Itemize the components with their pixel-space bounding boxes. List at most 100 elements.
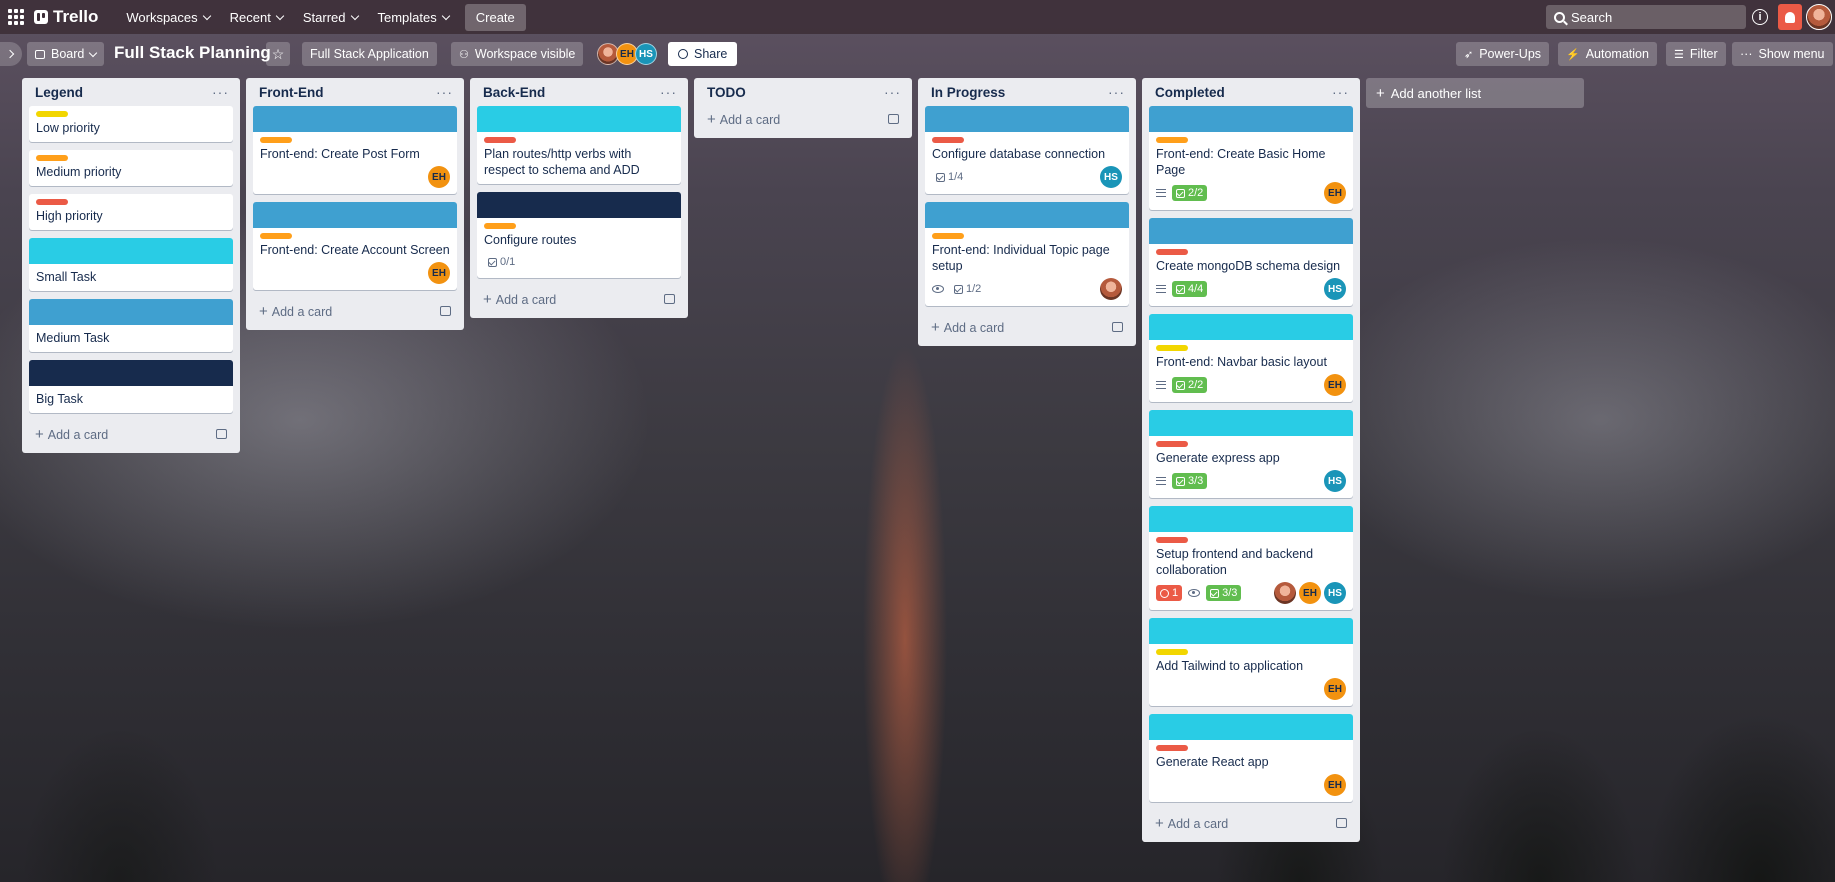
card-template-icon[interactable] (1336, 818, 1347, 828)
member-avatar-eh[interactable]: EH (1324, 678, 1346, 700)
list-menu-icon[interactable]: ··· (1332, 84, 1349, 100)
add-list-button[interactable]: + Add another list (1366, 78, 1584, 108)
info-icon[interactable]: i (1752, 9, 1768, 25)
workspaces-menu[interactable]: Workspaces (116, 4, 219, 31)
card-template-icon[interactable] (216, 429, 227, 439)
recent-label: Recent (229, 9, 271, 25)
member-avatar-hs[interactable]: HS (1324, 470, 1346, 492)
account-avatar[interactable] (1806, 4, 1832, 30)
card-template-icon[interactable] (440, 306, 451, 316)
power-ups-button[interactable]: ➶ Power-Ups (1456, 42, 1550, 66)
clock-icon (1160, 588, 1169, 598)
card[interactable]: Front-end: Individual Topic page setup 1… (925, 202, 1129, 306)
list-header: Back-End ··· (477, 78, 681, 106)
card[interactable]: Generate React app EH (1149, 714, 1353, 802)
member-avatar-hs[interactable]: HS (1324, 278, 1346, 300)
board-view-switcher[interactable]: Board (27, 42, 105, 66)
member-avatar-eh[interactable]: EH (1324, 182, 1346, 204)
share-button[interactable]: Share (668, 42, 738, 66)
show-menu-button[interactable]: ··· Show menu (1732, 42, 1833, 66)
checklist-badge: 1/4 (932, 169, 967, 185)
card[interactable]: Setup frontend and backend collaboration… (1149, 506, 1353, 610)
card-title: Plan routes/http verbs with respect to s… (484, 147, 640, 177)
label-red (932, 137, 964, 143)
member-avatar-hs[interactable]: HS (635, 43, 657, 65)
list-title[interactable]: Back-End (483, 85, 545, 100)
card[interactable]: Medium Task (29, 299, 233, 352)
automation-button[interactable]: ⚡ Automation (1558, 42, 1657, 66)
description-icon (1156, 477, 1166, 485)
card-cover (1149, 218, 1353, 244)
member-avatar-hs[interactable]: HS (1324, 582, 1346, 604)
member-avatar-eh[interactable]: EH (1299, 582, 1321, 604)
card-title: Front-end: Create Basic Home Page (1156, 147, 1326, 177)
board-title[interactable]: Full Stack Planning (114, 43, 271, 63)
card[interactable]: Small Task (29, 238, 233, 291)
app-switcher-icon[interactable] (8, 9, 24, 25)
add-card-button[interactable]: + Add a card (925, 314, 1129, 340)
card[interactable]: Configure routes 0/1 (477, 192, 681, 278)
member-avatar-eh[interactable]: EH (1324, 774, 1346, 796)
member-avatar-eh[interactable]: EH (428, 166, 450, 188)
people-icon: ⚇ (459, 48, 469, 61)
card[interactable]: Front-end: Create Account Screen EH (253, 202, 457, 290)
card[interactable]: Front-end: Navbar basic layout 2/2 EH (1149, 314, 1353, 402)
member-avatar-hs[interactable]: HS (1100, 166, 1122, 188)
add-card-button[interactable]: + Add a card (1149, 810, 1353, 836)
list-title[interactable]: Completed (1155, 85, 1225, 100)
watching-eye-icon (932, 285, 944, 293)
list-title[interactable]: TODO (707, 85, 746, 100)
card[interactable]: Front-end: Create Post Form EH (253, 106, 457, 194)
member-avatar-photo[interactable] (1274, 582, 1296, 604)
card[interactable]: Big Task (29, 360, 233, 413)
card[interactable]: High priority (29, 194, 233, 230)
search-placeholder: Search (1571, 9, 1613, 25)
recent-menu[interactable]: Recent (220, 4, 293, 31)
card[interactable]: Plan routes/http verbs with respect to s… (477, 106, 681, 184)
list-title[interactable]: Front-End (259, 85, 323, 100)
card-template-icon[interactable] (1112, 322, 1123, 332)
card[interactable]: Create mongoDB schema design 4/4 HS (1149, 218, 1353, 306)
add-card-button[interactable]: + Add a card (253, 298, 457, 324)
search-input[interactable]: Search (1546, 5, 1746, 29)
filter-button[interactable]: ☰ Filter (1666, 42, 1726, 66)
list-title[interactable]: Legend (35, 85, 83, 100)
card-cover (1149, 506, 1353, 532)
member-avatar-photo[interactable] (1100, 278, 1122, 300)
add-card-button[interactable]: + Add a card (477, 286, 681, 312)
card[interactable]: Configure database connection 1/4 HS (925, 106, 1129, 194)
plus-icon: + (35, 425, 44, 443)
list-title[interactable]: In Progress (931, 85, 1005, 100)
trello-logo[interactable]: Trello (34, 7, 98, 27)
card[interactable]: Low priority (29, 106, 233, 142)
list-menu-icon[interactable]: ··· (436, 84, 453, 100)
sidebar-toggle-icon[interactable] (0, 42, 22, 66)
add-card-button[interactable]: + Add a card (701, 106, 905, 132)
member-avatar-eh[interactable]: EH (428, 262, 450, 284)
create-button[interactable]: Create (464, 3, 526, 31)
checklist-count: 1/2 (966, 283, 982, 295)
due-date-badge: 1 (1156, 585, 1183, 601)
card[interactable]: Medium priority (29, 150, 233, 186)
workspace-button[interactable]: Full Stack Application (302, 42, 437, 66)
starred-menu[interactable]: Starred (293, 4, 368, 31)
lightning-icon: ⚡ (1566, 48, 1580, 61)
visibility-button[interactable]: ⚇ Workspace visible (451, 42, 584, 66)
star-icon[interactable]: ☆ (266, 42, 290, 66)
list-menu-icon[interactable]: ··· (660, 84, 677, 100)
card-template-icon[interactable] (888, 114, 899, 124)
card[interactable]: Generate express app 3/3 HS (1149, 410, 1353, 498)
card-template-icon[interactable] (664, 294, 675, 304)
checklist-icon (1176, 284, 1185, 294)
card-badges: 1/4 HS (932, 166, 1122, 188)
notifications-bell-icon[interactable] (1778, 4, 1802, 30)
add-card-button[interactable]: + Add a card (29, 421, 233, 447)
list-menu-icon[interactable]: ··· (1108, 84, 1125, 100)
card[interactable]: Add Tailwind to application EH (1149, 618, 1353, 706)
watching-eye-icon (1188, 589, 1201, 597)
member-avatar-eh[interactable]: EH (1324, 374, 1346, 396)
card[interactable]: Front-end: Create Basic Home Page 2/2 EH (1149, 106, 1353, 210)
list-menu-icon[interactable]: ··· (884, 84, 901, 100)
templates-menu[interactable]: Templates (368, 4, 459, 31)
list-menu-icon[interactable]: ··· (212, 84, 229, 100)
